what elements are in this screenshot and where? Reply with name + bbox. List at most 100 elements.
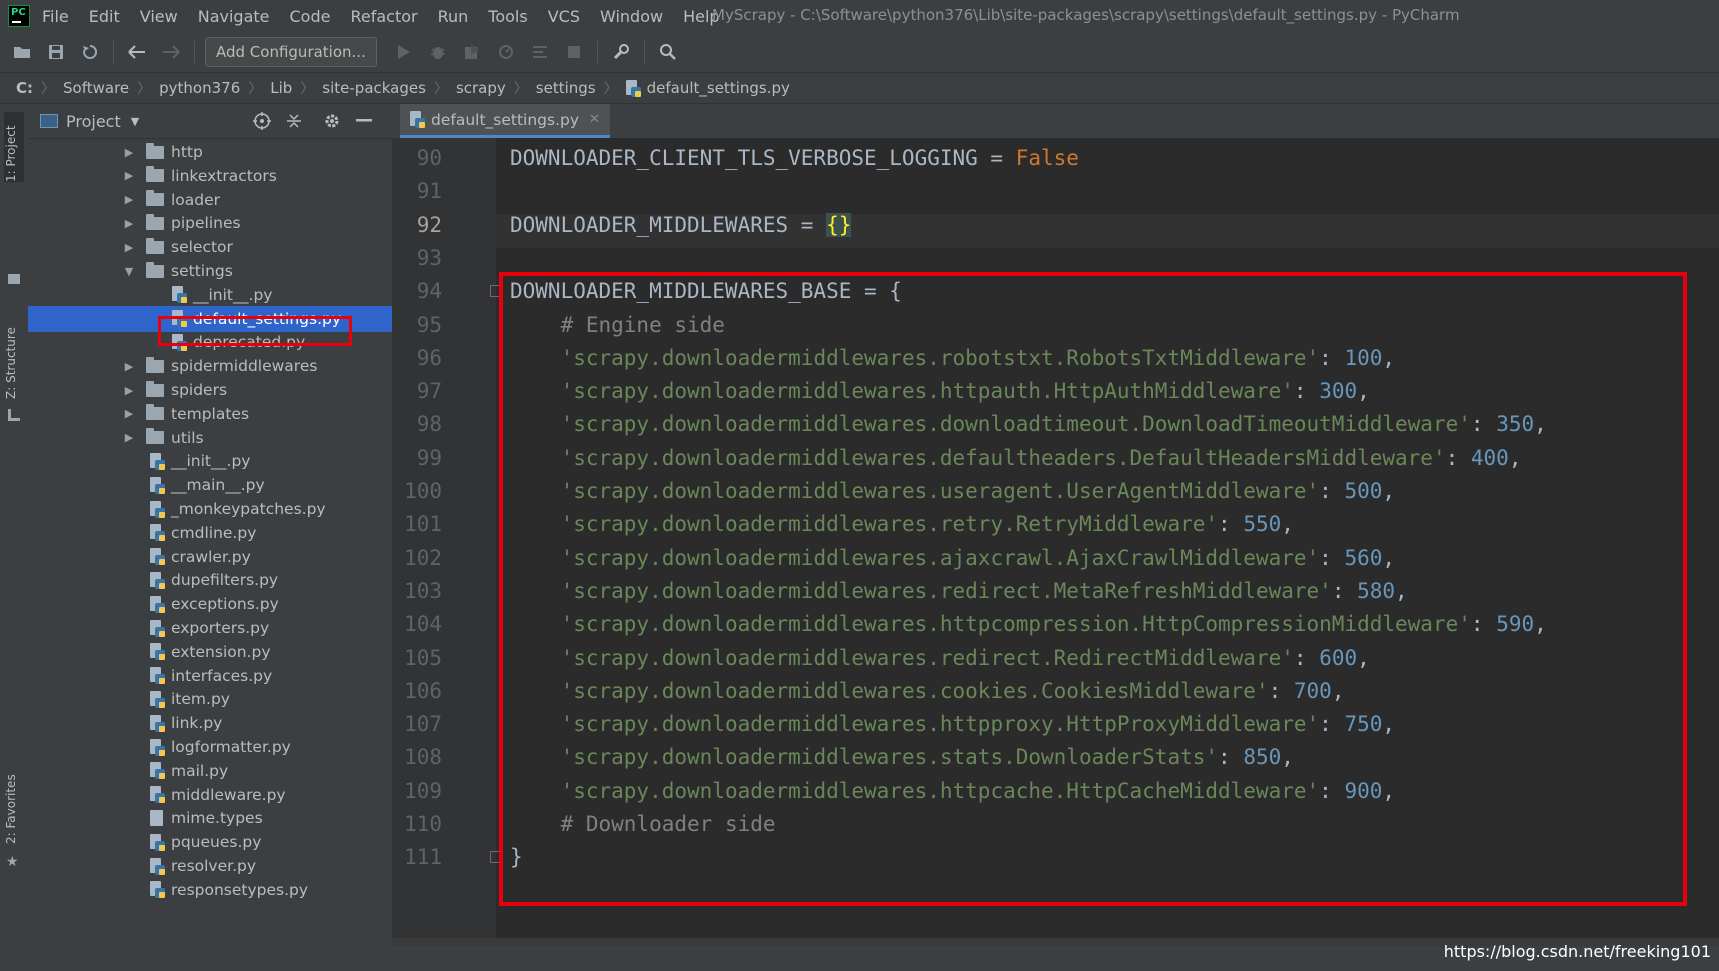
- synchronize-icon[interactable]: [80, 42, 100, 62]
- save-all-icon[interactable]: [46, 42, 66, 62]
- menu-item-window[interactable]: Window: [600, 7, 663, 26]
- profile-icon[interactable]: [496, 42, 516, 62]
- tree-file-item[interactable]: _monkeypatches.py: [28, 496, 392, 522]
- tree-file-item[interactable]: exporters.py: [28, 615, 392, 641]
- breadcrumb-item[interactable]: python376: [159, 79, 240, 97]
- tree-file-item[interactable]: dupefilters.py: [28, 567, 392, 593]
- menu-item-edit[interactable]: Edit: [89, 7, 120, 26]
- tree-file-item[interactable]: cmdline.py: [28, 520, 392, 546]
- run-icon[interactable]: [394, 42, 414, 62]
- tree-file-item[interactable]: crawler.py: [28, 544, 392, 570]
- editor-tab-default-settings[interactable]: default_settings.py ✕: [400, 104, 610, 138]
- chevron-right-icon[interactable]: ▶: [124, 146, 134, 159]
- main-toolbar: Add Configuration...: [0, 32, 1719, 72]
- tree-file-item[interactable]: exceptions.py: [28, 591, 392, 617]
- breadcrumb-item[interactable]: default_settings.py: [647, 79, 790, 97]
- tree-file-item[interactable]: __main__.py: [28, 472, 392, 498]
- chevron-right-icon[interactable]: ▶: [124, 193, 134, 206]
- wrench-settings-icon[interactable]: [611, 42, 631, 62]
- tree-folder-pipelines[interactable]: ▶ pipelines: [28, 210, 392, 236]
- breadcrumb-item[interactable]: scrapy: [456, 79, 506, 97]
- chevron-right-icon[interactable]: ▶: [124, 241, 134, 254]
- chevron-down-icon[interactable]: ▼: [124, 265, 134, 278]
- breadcrumb-item[interactable]: C:: [16, 79, 33, 97]
- project-tool-tab[interactable]: 1: Project: [4, 112, 24, 182]
- tree-item-label: interfaces.py: [171, 666, 273, 685]
- folder-icon: [146, 404, 164, 421]
- tree-folder-spidermiddlewares[interactable]: ▶ spidermiddlewares: [28, 353, 392, 379]
- breadcrumb-separator: 〉: [248, 81, 263, 97]
- menu-item-file[interactable]: File: [42, 7, 69, 26]
- breadcrumb-item[interactable]: Lib: [270, 79, 292, 97]
- tree-folder-linkextractors[interactable]: ▶ linkextractors: [28, 163, 392, 189]
- chevron-right-icon[interactable]: ▶: [124, 169, 134, 182]
- tree-item-label: crawler.py: [171, 547, 251, 566]
- menu-item-refactor[interactable]: Refactor: [350, 7, 417, 26]
- tree-file-item[interactable]: __init__.py: [28, 282, 392, 308]
- tree-folder-utils[interactable]: ▶ utils: [28, 425, 392, 451]
- tree-folder-templates[interactable]: ▶ templates: [28, 401, 392, 427]
- tree-file-item[interactable]: interfaces.py: [28, 663, 392, 689]
- menu-item-tools[interactable]: Tools: [488, 7, 527, 26]
- chevron-right-icon[interactable]: ▶: [124, 384, 134, 397]
- tree-item-label: exporters.py: [171, 619, 270, 637]
- menu-item-code[interactable]: Code: [290, 7, 331, 26]
- tree-folder-loader[interactable]: ▶ loader: [28, 187, 392, 213]
- breadcrumb-item[interactable]: Software: [63, 79, 129, 97]
- open-folder-icon[interactable]: [12, 42, 32, 62]
- run-with-coverage-icon[interactable]: [462, 42, 482, 62]
- menu-item-navigate[interactable]: Navigate: [198, 7, 270, 26]
- tree-item-label: link.py: [171, 714, 223, 733]
- tree-file-item[interactable]: logformatter.py: [28, 734, 392, 760]
- tree-file-item[interactable]: responsetypes.py: [28, 877, 392, 903]
- chevron-down-icon[interactable]: ▼: [131, 115, 139, 128]
- favorites-tool-tab[interactable]: 2: Favorites: [4, 764, 24, 844]
- menu-item-run[interactable]: Run: [438, 7, 469, 26]
- menu-item-view[interactable]: View: [140, 7, 178, 26]
- forward-arrow-icon[interactable]: [161, 42, 181, 62]
- tree-file-item[interactable]: link.py: [28, 710, 392, 736]
- tree-item-label: selector: [171, 238, 233, 257]
- gear-icon[interactable]: [322, 111, 342, 131]
- tree-file-item[interactable]: pqueues.py: [28, 829, 392, 855]
- toolbar-separator: [194, 41, 195, 63]
- tree-file-item[interactable]: middleware.py: [28, 782, 392, 808]
- chevron-right-icon[interactable]: ▶: [124, 217, 134, 230]
- tree-file-item[interactable]: mail.py: [28, 758, 392, 784]
- collapse-all-icon[interactable]: [284, 111, 304, 131]
- folder-icon: [146, 356, 164, 373]
- search-everywhere-icon[interactable]: [658, 42, 678, 62]
- tree-item-label: __init__.py: [171, 452, 251, 471]
- debug-icon[interactable]: [428, 42, 448, 62]
- tree-file-item[interactable]: resolver.py: [28, 853, 392, 879]
- tree-file-item[interactable]: mime.types: [28, 805, 392, 831]
- locate-target-icon[interactable]: [252, 111, 272, 131]
- python-file-icon: [150, 619, 165, 637]
- python-file-icon: [150, 690, 165, 708]
- tree-folder-selector[interactable]: ▶ selector: [28, 234, 392, 260]
- chevron-right-icon[interactable]: ▶: [124, 407, 134, 420]
- folder-icon: [146, 380, 164, 397]
- tree-folder-settings[interactable]: ▼ settings: [28, 258, 392, 284]
- chevron-right-icon[interactable]: ▶: [124, 431, 134, 444]
- tree-folder-spiders[interactable]: ▶ spiders: [28, 377, 392, 403]
- tree-file-item[interactable]: extension.py: [28, 639, 392, 665]
- chevron-right-icon[interactable]: ▶: [124, 360, 134, 373]
- close-icon[interactable]: ✕: [589, 112, 600, 127]
- tree-folder-http[interactable]: ▶ http: [28, 139, 392, 165]
- breadcrumb-item[interactable]: site-packages: [322, 79, 426, 97]
- tree-file-item[interactable]: item.py: [28, 686, 392, 712]
- tree-file-item[interactable]: __init__.py: [28, 448, 392, 474]
- project-panel-title[interactable]: Project: [66, 112, 121, 131]
- hide-panel-icon[interactable]: [354, 111, 374, 131]
- menu-item-vcs[interactable]: VCS: [548, 7, 580, 26]
- menu-bar: PC File Edit View Navigate Code Refactor Run To…: [0, 0, 1719, 32]
- add-configuration-button[interactable]: Add Configuration...: [205, 37, 377, 67]
- project-panel-header: Project ▼: [28, 104, 392, 139]
- back-arrow-icon[interactable]: [127, 42, 147, 62]
- text-file-icon: [150, 810, 163, 827]
- stop-icon[interactable]: [564, 42, 584, 62]
- concurrency-diagram-icon[interactable]: [530, 42, 550, 62]
- breadcrumb-item[interactable]: settings: [536, 79, 596, 97]
- structure-tool-tab[interactable]: Z: Structure: [4, 314, 24, 399]
